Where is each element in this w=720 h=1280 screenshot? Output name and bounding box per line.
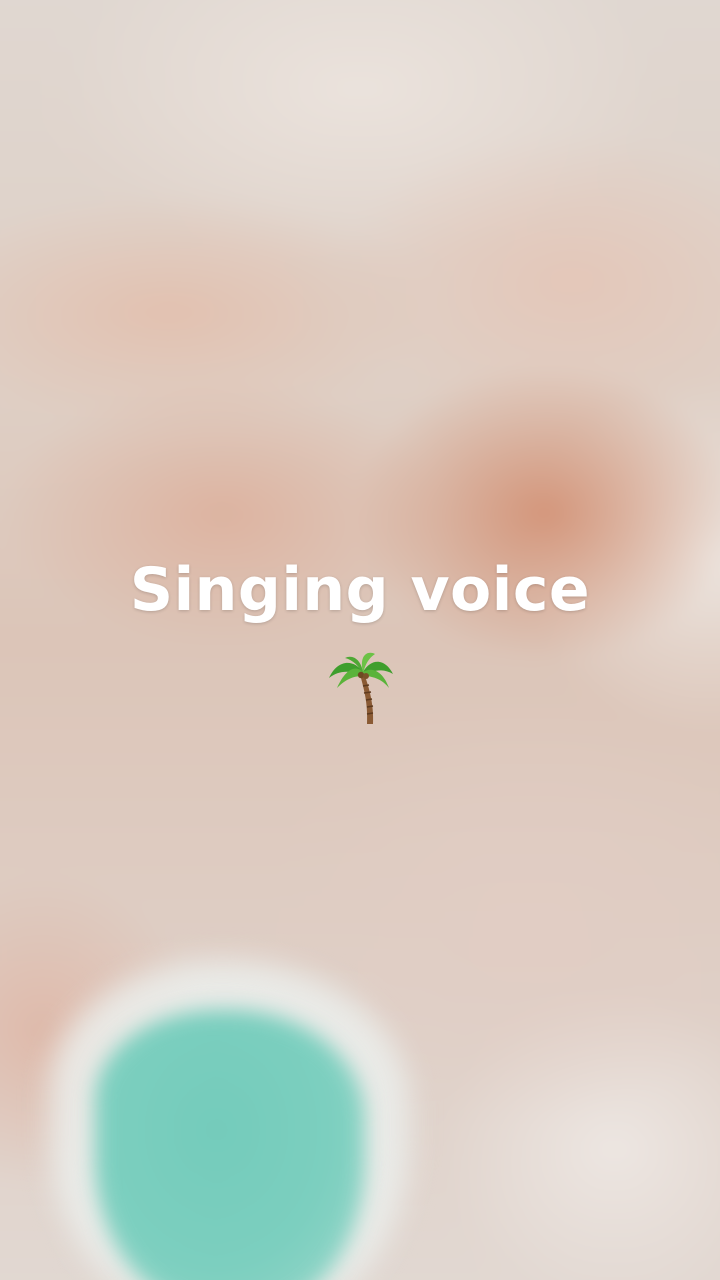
story-screen: Singing voice xyxy=(0,0,720,1280)
palm-tree-icon xyxy=(325,648,397,728)
pool-shape xyxy=(95,1010,365,1280)
caption-title: Singing voice xyxy=(129,555,591,625)
